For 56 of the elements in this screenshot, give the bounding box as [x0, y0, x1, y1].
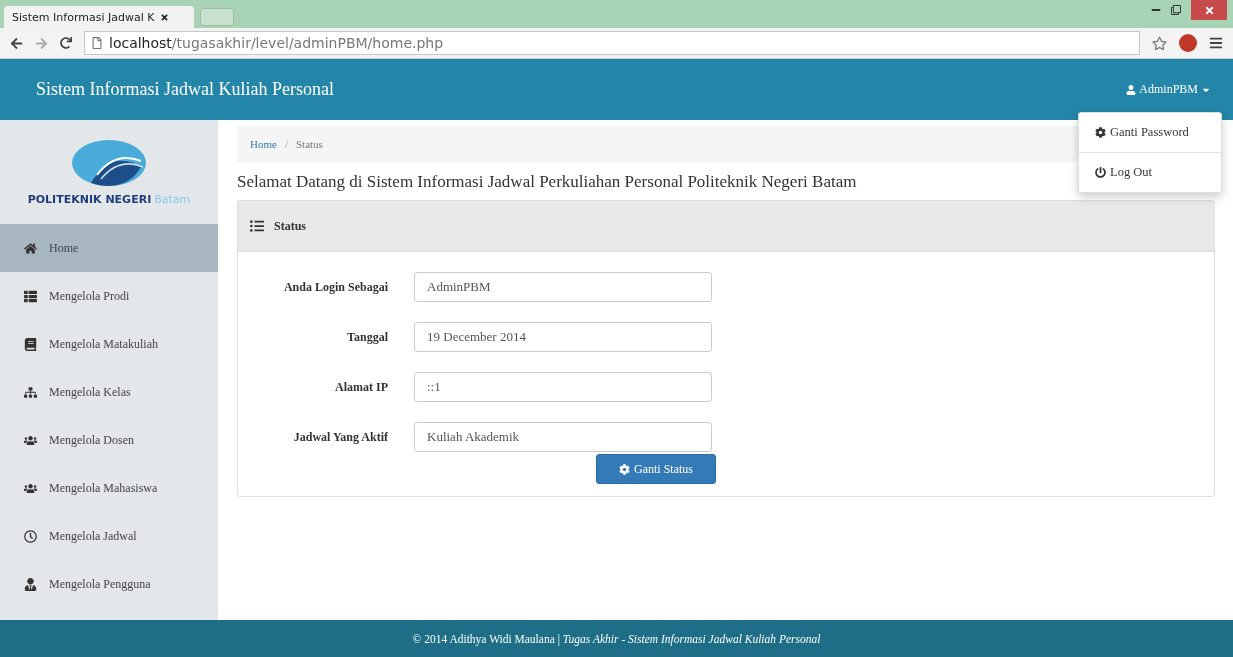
field-label: Tanggal	[346, 329, 388, 345]
users-icon	[24, 481, 37, 495]
user-icon	[24, 577, 37, 591]
input-field[interactable]: Kuliah Akademik	[414, 422, 712, 452]
sidebar-item[interactable]: Mengelola Kelas	[0, 368, 218, 416]
book-icon	[24, 337, 37, 351]
restore-icon[interactable]	[1171, 5, 1181, 15]
users-icon	[24, 433, 37, 447]
list-icon	[250, 219, 264, 233]
gear-icon	[1095, 127, 1106, 138]
sidebar-item[interactable]: Mengelola Mahasiswa	[0, 464, 218, 512]
home-icon	[24, 241, 37, 255]
sidebar-item[interactable]: Home	[0, 224, 218, 272]
input-field[interactable]: ::1	[414, 372, 712, 402]
ganti-status-button[interactable]: Ganti Status	[596, 454, 716, 484]
breadcrumb-link[interactable]: Home	[250, 138, 277, 150]
sidebar-item[interactable]: Mengelola Prodi	[0, 272, 218, 320]
extension-icon[interactable]	[1179, 34, 1197, 52]
brand-title[interactable]: Sistem Informasi Jadwal Kuliah Personal	[36, 79, 334, 100]
user-menu-button[interactable]: AdminPBM	[1126, 82, 1211, 97]
user-icon	[1126, 84, 1137, 95]
url-text: localhost/tugasakhir/level/adminPBM/home.php	[109, 35, 444, 51]
window-close-button[interactable]	[1191, 0, 1227, 20]
close-icon[interactable]	[160, 12, 170, 22]
list-icon	[24, 289, 37, 303]
menu-icon[interactable]	[1209, 36, 1223, 50]
sitemap-icon	[24, 385, 37, 399]
field-label: Jadwal Yang Aktif	[292, 429, 388, 445]
sidebar-item[interactable]: Mengelola Matakuliah	[0, 320, 218, 368]
sidebar-item[interactable]: Mengelola Jadwal	[0, 512, 218, 560]
breadcrumb-separator: /	[284, 138, 288, 150]
reload-icon[interactable]	[60, 37, 72, 49]
clock-icon	[24, 529, 37, 543]
star-icon[interactable]	[1152, 35, 1167, 51]
browser-tab[interactable]: Sistem Informasi Jadwal K	[4, 6, 194, 28]
field-label: Anda Login Sebagai	[282, 279, 388, 295]
power-icon	[1095, 167, 1106, 178]
menu-item[interactable]: Log Out	[1079, 157, 1221, 188]
field-label: Alamat IP	[334, 379, 388, 395]
page-icon	[91, 37, 103, 49]
breadcrumb-current: Status	[295, 138, 323, 150]
address-bar[interactable]: localhost/tugasakhir/level/adminPBM/home.php	[84, 31, 1140, 55]
close-icon	[1203, 4, 1215, 16]
sidebar-item[interactable]: Mengelola Dosen	[0, 416, 218, 464]
gear-icon	[619, 463, 630, 475]
page-heading: Selamat Datang di Sistem Informasi Jadwal Perkuliahan Personal Politeknik Negeri Batam	[237, 172, 857, 192]
back-icon[interactable]	[10, 36, 23, 50]
logo-city-text: Batam	[154, 192, 191, 206]
logo-text: POLITEKNIK NEGERI	[27, 192, 152, 206]
footer-text: © 2014 Adithya Widi Maulana | Tugas Akhir - Sistem Informasi Jadwal Kuliah Personal	[412, 632, 821, 645]
panel-title: Status	[274, 218, 306, 234]
input-field[interactable]: AdminPBM	[414, 272, 712, 302]
logo-icon	[71, 138, 147, 187]
sidebar-item[interactable]: Mengelola Pengguna	[0, 560, 218, 608]
menu-item[interactable]: Ganti Password	[1079, 117, 1221, 148]
input-field[interactable]: 19 December 2014	[414, 322, 712, 352]
